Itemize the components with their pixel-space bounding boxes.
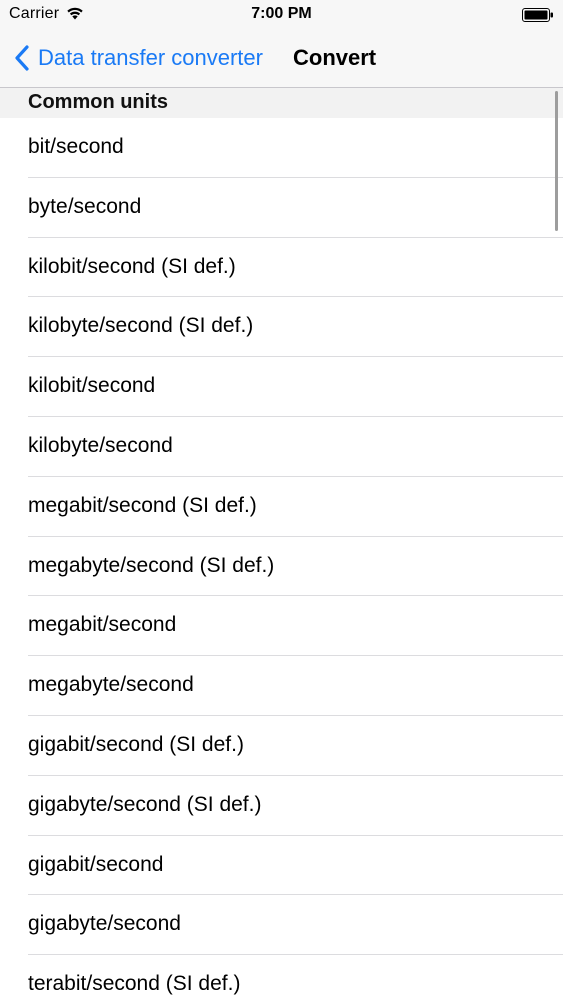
- list-item-label: megabit/second: [28, 613, 177, 637]
- list-item-label: megabyte/second (SI def.): [28, 553, 275, 577]
- status-time: 7:00 PM: [251, 5, 312, 22]
- list-item[interactable]: kilobyte/second (SI def.): [0, 297, 563, 358]
- scrollbar[interactable]: [555, 91, 558, 231]
- list-item[interactable]: gigabit/second: [0, 836, 563, 896]
- back-button-label: Data transfer converter: [38, 45, 263, 70]
- list-item-label: kilobyte/second (SI def.): [28, 314, 254, 338]
- list-item-label: gigabit/second (SI def.): [28, 732, 244, 756]
- list-item[interactable]: megabit/second: [0, 596, 563, 657]
- list-item[interactable]: kilobyte/second: [0, 417, 563, 477]
- list-item[interactable]: bit/second: [0, 118, 563, 178]
- list-item[interactable]: kilobit/second: [0, 357, 563, 417]
- status-bar: Carrier 7:00 PM: [0, 0, 563, 30]
- list-item-label: megabyte/second: [28, 673, 194, 697]
- list-item[interactable]: megabit/second (SI def.): [0, 477, 563, 537]
- back-button[interactable]: Data transfer converter: [14, 40, 263, 76]
- list-item[interactable]: megabyte/second: [0, 656, 563, 716]
- list-item[interactable]: byte/second: [0, 178, 563, 238]
- chevron-left-icon: [15, 45, 29, 71]
- list-item-label: terabit/second (SI def.): [28, 972, 241, 996]
- list-item[interactable]: gigabyte/second: [0, 895, 563, 956]
- section-header-common-units: Common units: [0, 88, 563, 118]
- list-item-label: gigabyte/second: [28, 912, 181, 936]
- list-item-label: kilobyte/second: [28, 433, 173, 457]
- list-item[interactable]: gigabyte/second (SI def.): [0, 776, 563, 836]
- list-item-label: gigabit/second: [28, 852, 164, 876]
- battery-icon: [522, 8, 553, 22]
- list-item-label: gigabyte/second (SI def.): [28, 792, 262, 816]
- list-item-label: kilobit/second (SI def.): [28, 254, 236, 278]
- list-item-label: kilobit/second: [28, 374, 156, 398]
- list-item[interactable]: kilobit/second (SI def.): [0, 238, 563, 298]
- list-item-label: byte/second: [28, 194, 142, 218]
- list-item[interactable]: gigabit/second (SI def.): [0, 716, 563, 776]
- list-item-label: megabit/second (SI def.): [28, 493, 257, 517]
- page-title: Convert: [293, 45, 377, 70]
- section-header-label: Common units: [28, 91, 168, 113]
- list-item-label: bit/second: [28, 135, 124, 158]
- unit-list[interactable]: bit/second byte/second kilobit/second (S…: [0, 118, 563, 1000]
- list-item[interactable]: megabyte/second (SI def.): [0, 537, 563, 597]
- list-item[interactable]: terabit/second (SI def.): [0, 955, 563, 1000]
- navigation-bar: Data transfer converter Convert: [0, 30, 563, 88]
